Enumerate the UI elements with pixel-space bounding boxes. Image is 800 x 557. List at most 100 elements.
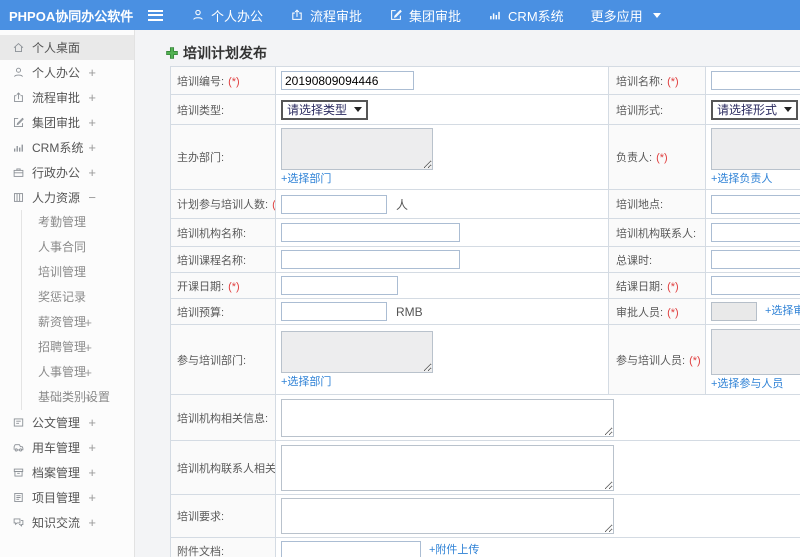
sidebar-item-hr[interactable]: 人力资源 −	[0, 185, 134, 210]
select-dept-link[interactable]: +选择部门	[281, 173, 331, 185]
sidebar-item-project[interactable]: 项目管理 +	[0, 485, 134, 510]
budget-unit: RMB	[396, 304, 423, 319]
join-people-label: 参与培训人员:	[616, 354, 686, 367]
sidebar-item-label: 行政办公	[32, 166, 81, 180]
sidebar-subitem-personnel[interactable]: 人事管理 +	[22, 360, 134, 385]
sidebar-item-process-approval[interactable]: 流程审批 +	[0, 85, 134, 110]
total-hours-label: 总课时:	[616, 254, 653, 267]
sidebar-item-personal-desktop[interactable]: 个人桌面	[0, 35, 134, 60]
join-dept-textarea[interactable]	[281, 330, 433, 373]
training-name-label: 培训名称:	[616, 75, 664, 88]
sidebar-subitem-label: 基础类别设置	[38, 390, 111, 404]
expand-sign: +	[84, 365, 92, 380]
collapse-sign: −	[88, 190, 96, 205]
training-form-select[interactable]: 请选择形式	[711, 99, 799, 120]
chart-icon	[490, 11, 500, 20]
form-row: 培训要求:	[170, 494, 800, 538]
plus-icon	[165, 46, 179, 60]
attachment-upload-link[interactable]: +附件上传	[429, 544, 479, 556]
select-leader-link[interactable]: +选择负责人	[711, 173, 772, 185]
location-input[interactable]	[711, 194, 800, 214]
attachment-input[interactable]	[281, 541, 421, 557]
select-approver-link[interactable]: +选择审批人员	[765, 305, 800, 317]
sidebar-subitem-salary[interactable]: 薪资管理 +	[22, 310, 134, 335]
sidebar-item-admin-office[interactable]: 行政办公 +	[0, 160, 134, 185]
requirements-textarea[interactable]	[281, 498, 614, 534]
training-no-input[interactable]	[281, 71, 414, 90]
org-contact-input[interactable]	[711, 223, 800, 242]
nav-crm-system[interactable]: CRM系统	[488, 6, 564, 25]
required-mark: (*)	[228, 280, 240, 293]
sidebar-item-group-approval[interactable]: 集团审批 +	[0, 110, 134, 135]
sidebar-item-official-doc[interactable]: 公文管理 +	[0, 410, 134, 435]
host-dept-textarea[interactable]	[281, 128, 433, 170]
sidebar: 个人桌面 个人办公 + 流程审批 + 集团审批 + CRM系统 + 行政办公 +…	[0, 30, 135, 557]
form-row: 培训编号:(*) 培训名称:(*)	[170, 66, 800, 95]
expand-sign: +	[88, 465, 96, 480]
sidebar-item-archive[interactable]: 档案管理 +	[0, 460, 134, 485]
start-date-input[interactable]	[281, 276, 398, 295]
end-date-label: 结课日期:	[616, 280, 664, 293]
select-join-people-link[interactable]: +选择参与人员	[711, 378, 783, 390]
caret-down-icon	[652, 12, 661, 18]
nav-group-approval[interactable]: 集团审批	[389, 6, 461, 25]
sidebar-subitem-rewards[interactable]: 奖惩记录	[22, 285, 134, 310]
sidebar-subitem-hr-contract[interactable]: 人事合同	[22, 235, 134, 260]
sidebar-item-vehicle[interactable]: 用车管理 +	[0, 435, 134, 460]
sidebar-item-personal-office[interactable]: 个人办公 +	[0, 60, 134, 85]
approver-input[interactable]	[711, 302, 757, 321]
sidebar-subitem-label: 招聘管理	[38, 340, 87, 354]
count-unit: 人	[396, 197, 409, 212]
user-icon	[193, 9, 203, 20]
sidebar-item-label: 用车管理	[32, 441, 81, 455]
nav-personal-office[interactable]: 个人办公	[191, 6, 263, 25]
planned-count-input[interactable]	[281, 194, 387, 214]
sidebar-item-knowledge[interactable]: 知识交流 +	[0, 510, 134, 535]
nav-more-apps[interactable]: 更多应用	[591, 6, 661, 25]
sidebar-subitem-attendance[interactable]: 考勤管理	[22, 210, 134, 235]
end-date-input[interactable]	[711, 276, 800, 295]
org-name-label: 培训机构名称:	[177, 227, 247, 240]
expand-sign: +	[88, 490, 96, 505]
org-info-textarea[interactable]	[281, 398, 614, 437]
training-type-select[interactable]: 请选择类型	[281, 99, 369, 120]
form-row: 培训机构名称: 培训机构联系人:	[170, 218, 800, 247]
sidebar-item-label: 知识交流	[32, 516, 81, 530]
sidebar-item-label: 流程审批	[32, 91, 81, 105]
select-join-dept-link[interactable]: +选择部门	[281, 376, 331, 388]
nav-label: 个人办公	[211, 8, 264, 24]
form-row: 附件文档: +附件上传	[170, 537, 800, 557]
approver-label: 审批人员:	[616, 306, 664, 319]
sidebar-subitem-base-category[interactable]: 基础类别设置 +	[22, 385, 134, 410]
training-form-label: 培训形式:	[616, 104, 664, 117]
top-header: PHPOA协同办公软件 个人办公 流程审批 集团审批 CRM系统 更多应用	[0, 0, 800, 30]
org-contact-info-textarea[interactable]	[281, 444, 614, 491]
sidebar-item-label: 档案管理	[32, 466, 81, 480]
training-name-input[interactable]	[711, 71, 800, 90]
page-title: 培训计划发布	[165, 43, 800, 63]
course-name-input[interactable]	[281, 250, 460, 269]
join-people-textarea[interactable]	[711, 328, 800, 375]
nav-label: 集团审批	[409, 8, 462, 24]
menu-icon[interactable]	[148, 9, 163, 21]
total-hours-input[interactable]	[711, 250, 800, 269]
nav-process-approval[interactable]: 流程审批	[290, 6, 362, 25]
app-logo[interactable]: PHPOA协同办公软件	[0, 6, 148, 25]
leader-textarea[interactable]	[711, 128, 800, 170]
budget-input[interactable]	[281, 302, 387, 321]
form-row: 培训预算: RMB 审批人员:(*) +选择审批人员	[170, 298, 800, 325]
user-icon	[14, 67, 23, 77]
sidebar-subitem-recruit[interactable]: 招聘管理 +	[22, 335, 134, 360]
sidebar-subitem-training[interactable]: 培训管理	[22, 260, 134, 285]
expand-sign: +	[88, 140, 96, 155]
nav-label: 更多应用	[590, 8, 643, 24]
attachment-label: 附件文档:	[177, 545, 225, 557]
org-name-input[interactable]	[281, 223, 460, 242]
training-no-label: 培训编号:	[177, 75, 225, 88]
expand-sign: +	[88, 415, 96, 430]
sidebar-item-crm[interactable]: CRM系统 +	[0, 135, 134, 160]
process-icon	[292, 9, 302, 20]
org-contact-info-label: 培训机构联系人相关信息:	[177, 462, 276, 475]
sidebar-item-label: 人力资源	[32, 191, 81, 205]
process-icon	[14, 92, 23, 103]
